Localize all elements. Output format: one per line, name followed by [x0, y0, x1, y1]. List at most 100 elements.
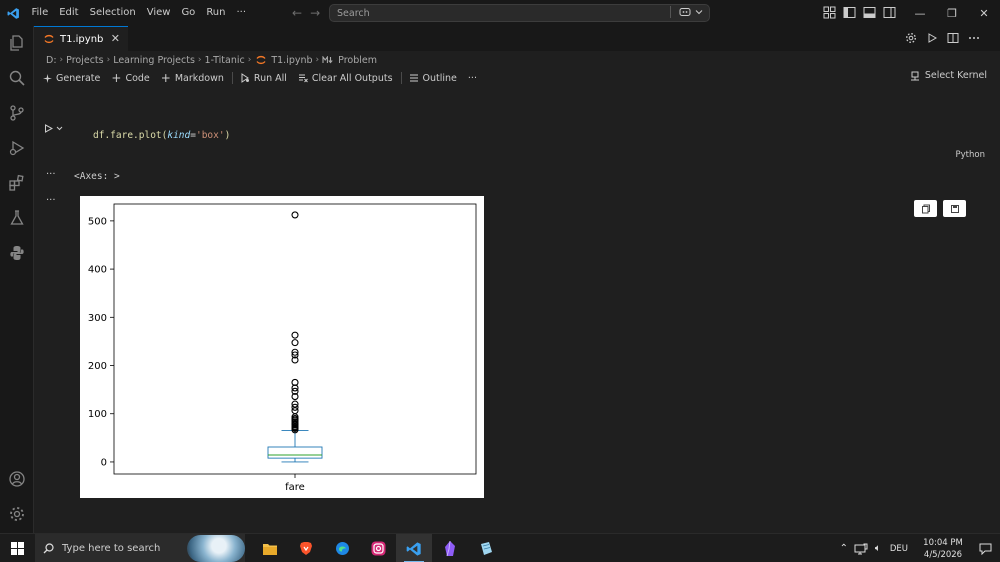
python-icon[interactable] — [8, 244, 26, 262]
more-actions-icon[interactable] — [968, 32, 980, 44]
extensions-icon[interactable] — [8, 174, 26, 192]
y-tick-label: 200 — [88, 361, 107, 372]
run-all-button[interactable]: Run All — [240, 73, 287, 84]
copy-icon — [921, 204, 930, 213]
select-kernel-label: Select Kernel — [924, 70, 987, 81]
taskbar-app-instagram[interactable] — [360, 534, 396, 562]
close-tab-icon[interactable]: ✕ — [111, 32, 120, 45]
copilot-icon[interactable] — [679, 7, 691, 18]
select-kernel-button[interactable]: Select Kernel — [910, 70, 987, 81]
back-arrow-icon[interactable]: ← — [292, 6, 302, 20]
windows-taskbar: Type here to search ⌃ 🔈︎ DEU 10:04 PM 4/… — [0, 533, 1000, 562]
network-icon[interactable] — [854, 543, 868, 555]
execute-cell-button[interactable] — [44, 122, 68, 134]
taskbar-app-file-explorer[interactable] — [252, 534, 288, 562]
markdown-label: Markdown — [174, 72, 224, 84]
minimize-icon[interactable]: — — [904, 0, 936, 26]
menu-more[interactable]: ··· — [231, 0, 252, 26]
output-menu-button[interactable]: ··· — [46, 169, 56, 180]
run-debug-icon[interactable] — [8, 139, 26, 157]
run-all-label: Run All — [253, 72, 287, 84]
breadcrumb-item[interactable]: Learning Projects — [113, 55, 195, 66]
command-center-search[interactable]: Search — [329, 4, 710, 22]
add-markdown-cell-button[interactable]: + Markdown — [161, 71, 224, 85]
kernel-icon — [910, 71, 919, 80]
split-editor-icon[interactable] — [947, 32, 959, 44]
menu-go[interactable]: Go — [176, 0, 201, 26]
code-cell-editor[interactable]: df.fare.plot(kind='box') — [93, 130, 230, 141]
editor-actions — [905, 32, 980, 44]
forward-arrow-icon[interactable]: → — [310, 6, 320, 20]
edge-icon — [335, 542, 349, 555]
brave-icon — [300, 542, 312, 555]
menu-edit[interactable]: Edit — [54, 0, 84, 26]
testing-icon[interactable] — [8, 209, 26, 227]
folder-icon — [263, 543, 277, 555]
chevron-down-icon[interactable] — [695, 8, 703, 16]
output-text: <Axes: > — [74, 171, 120, 182]
breadcrumb-item[interactable]: D: — [46, 55, 57, 66]
y-tick-label: 0 — [101, 457, 107, 468]
nav-arrows: ← → — [292, 0, 320, 26]
clear-all-outputs-button[interactable]: Clear All Outputs — [298, 73, 393, 84]
toggle-primary-sidebar-icon[interactable] — [843, 6, 856, 19]
source-control-icon[interactable] — [8, 104, 26, 122]
run-icon[interactable] — [926, 32, 938, 44]
taskbar-app-vscode[interactable] — [396, 534, 432, 562]
more-toolbar-button[interactable]: ··· — [468, 73, 477, 84]
chevron-right-icon: › — [247, 55, 252, 65]
chevron-up-icon[interactable]: ⌃ — [836, 543, 852, 554]
restore-icon[interactable]: ❐ — [936, 0, 968, 26]
menu-file[interactable]: File — [26, 0, 54, 26]
menu-run[interactable]: Run — [201, 0, 231, 26]
menu-selection[interactable]: Selection — [84, 0, 141, 26]
start-button[interactable] — [0, 534, 34, 562]
taskbar-search-box[interactable]: Type here to search — [35, 534, 245, 562]
input-language[interactable]: DEU — [890, 544, 908, 554]
search-placeholder: Search — [337, 7, 370, 19]
plus-icon: + — [111, 71, 122, 85]
notifications-button[interactable] — [970, 543, 1000, 555]
add-code-cell-button[interactable]: + Code — [111, 71, 149, 85]
volume-icon[interactable]: 🔈︎ — [870, 543, 886, 554]
customize-layout-icon[interactable] — [823, 6, 836, 19]
chevron-down-icon[interactable] — [56, 125, 63, 132]
clock[interactable]: 10:04 PM 4/5/2026 — [916, 537, 970, 561]
taskbar-app-brave[interactable] — [288, 534, 324, 562]
taskbar-app-obsidian[interactable] — [432, 534, 468, 562]
outlier-point — [291, 331, 299, 339]
code-label: Code — [125, 72, 150, 84]
account-icon[interactable] — [8, 470, 26, 488]
generate-label: Generate — [56, 72, 101, 84]
toggle-secondary-sidebar-icon[interactable] — [883, 6, 896, 19]
clear-all-outputs-label: Clear All Outputs — [311, 72, 393, 84]
save-output-button[interactable] — [943, 200, 966, 217]
breadcrumb-item[interactable]: 1-Titanic — [205, 55, 245, 66]
notebook-toolbar: Generate + Code + Markdown Run All Clear… — [43, 70, 993, 86]
menu-view[interactable]: View — [141, 0, 176, 26]
generate-button[interactable]: Generate — [43, 73, 100, 84]
instagram-icon — [371, 541, 385, 556]
tab-t1-ipynb[interactable]: T1.ipynb ✕ — [34, 26, 128, 51]
run-all-icon — [241, 73, 249, 83]
explorer-icon[interactable] — [8, 34, 26, 52]
outline-button[interactable]: Outline — [409, 73, 457, 84]
close-window-icon[interactable]: ✕ — [968, 0, 1000, 26]
gear-icon[interactable] — [905, 32, 917, 44]
copy-output-button[interactable] — [914, 200, 937, 217]
breadcrumb-item[interactable]: Projects — [66, 55, 103, 66]
cell-language-indicator[interactable]: Python — [956, 150, 985, 160]
chevron-right-icon: › — [59, 55, 64, 65]
search-icon — [43, 543, 54, 554]
taskbar-app-notes[interactable] — [468, 534, 504, 562]
breadcrumb-item[interactable]: Problem — [338, 55, 377, 66]
breadcrumb-item[interactable]: T1.ipynb — [271, 55, 312, 66]
output-menu-button[interactable]: ··· — [46, 195, 56, 206]
search-highlight-image[interactable] — [187, 535, 245, 562]
settings-gear-icon[interactable] — [8, 505, 26, 523]
windows-logo-icon — [10, 542, 24, 555]
toggle-panel-icon[interactable] — [863, 6, 876, 19]
search-icon[interactable] — [8, 69, 26, 87]
taskbar-app-edge[interactable] — [324, 534, 360, 562]
plus-icon: + — [160, 71, 171, 85]
